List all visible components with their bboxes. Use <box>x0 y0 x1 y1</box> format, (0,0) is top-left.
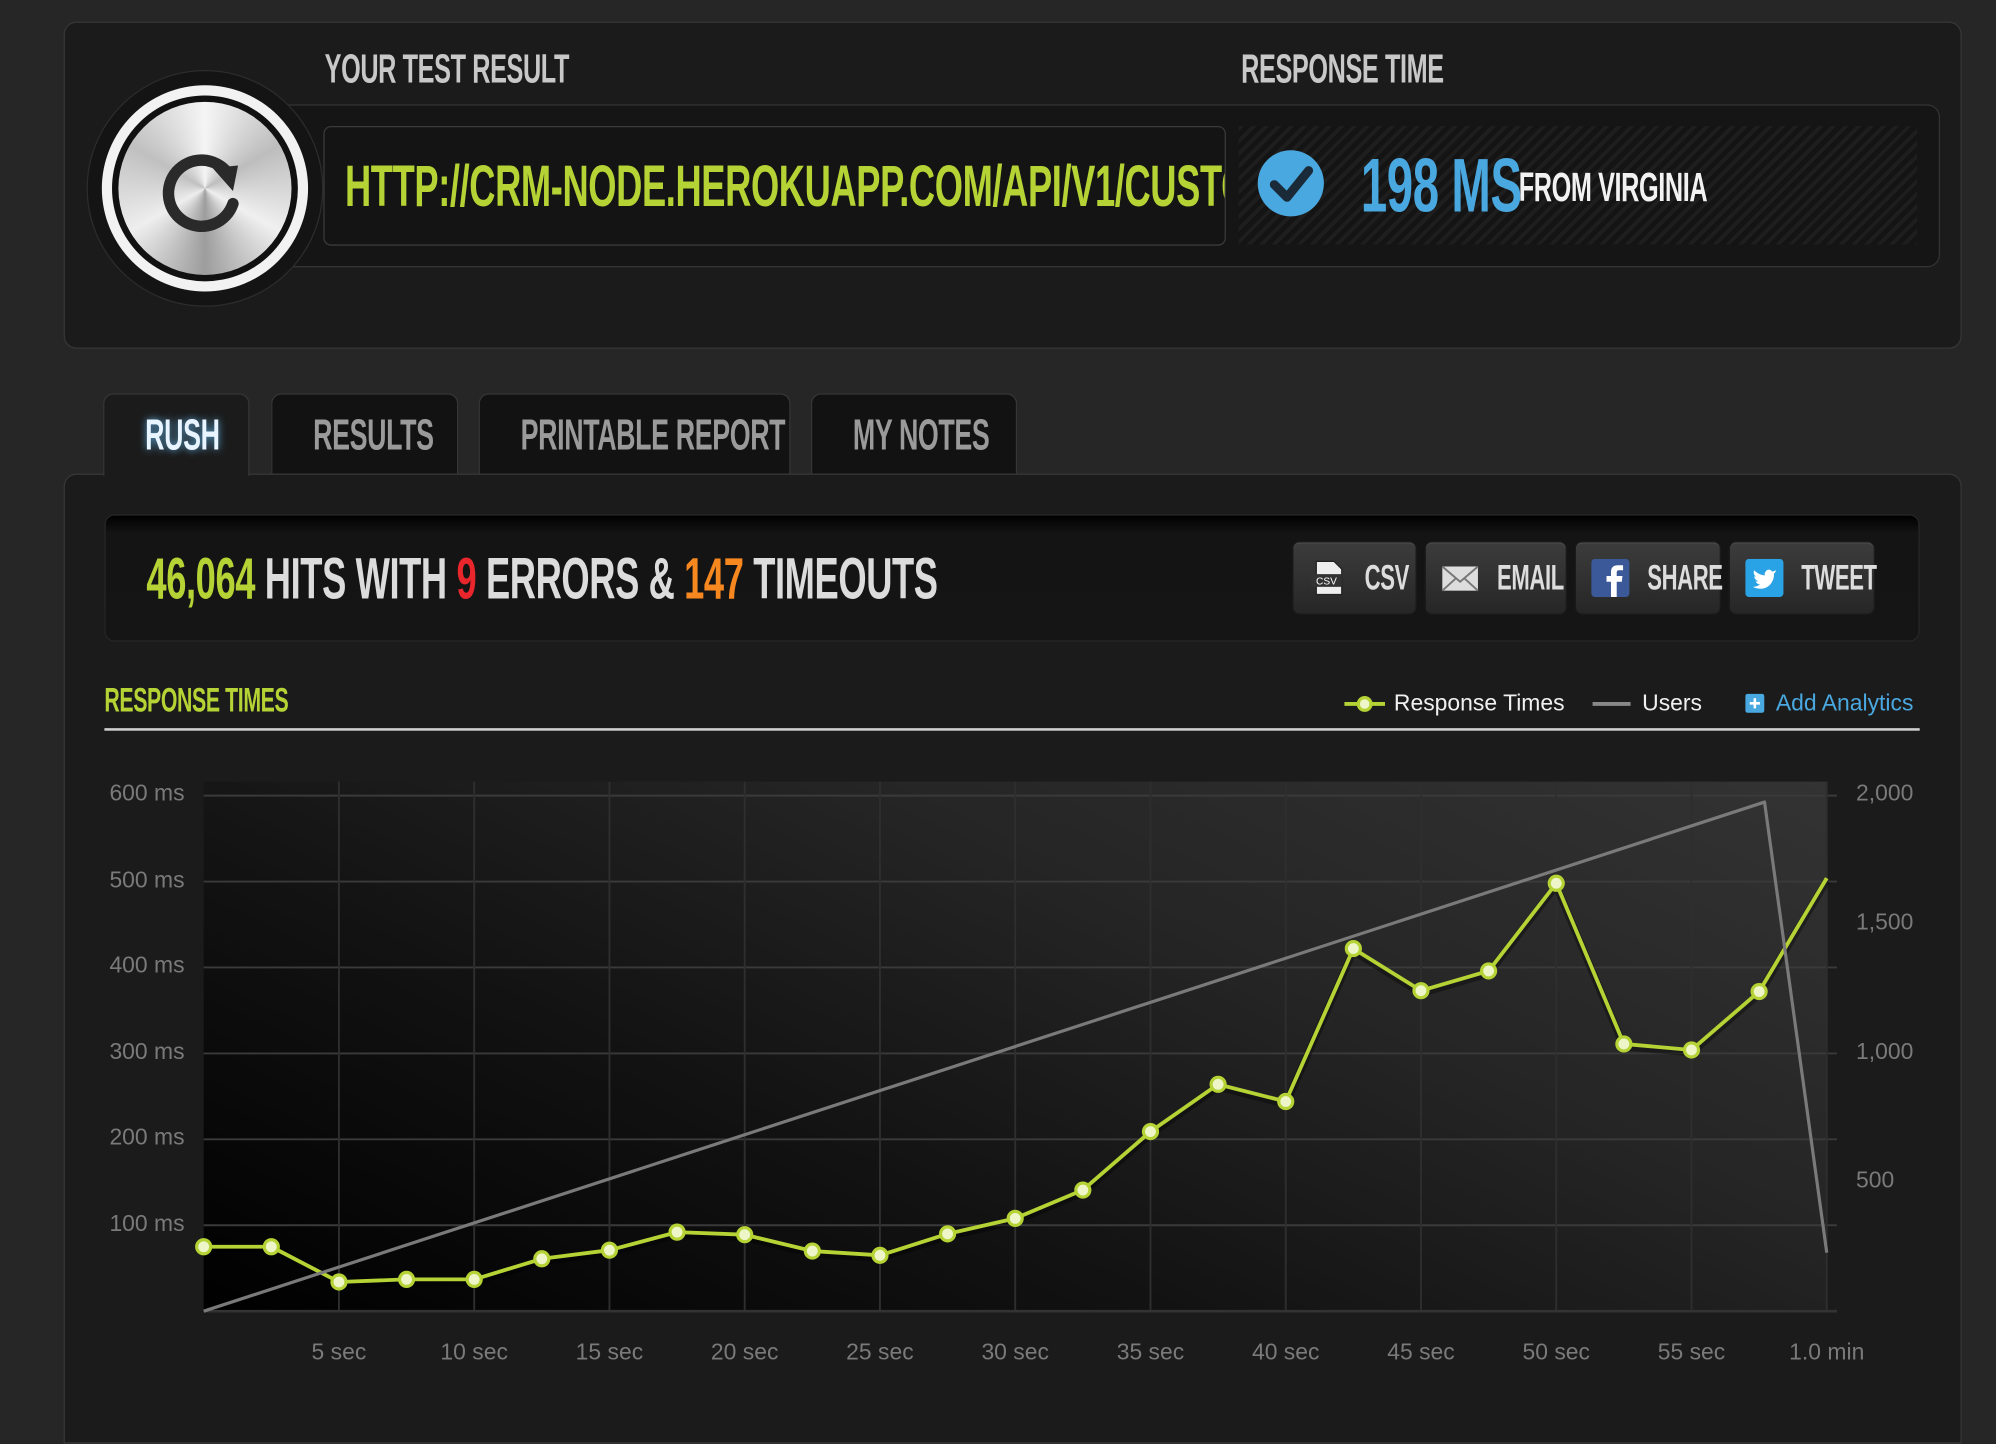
x-tick-label: 10 sec <box>440 1339 508 1365</box>
x-tick-label: 25 sec <box>846 1339 914 1365</box>
tab-rush[interactable]: RUSH <box>103 393 250 477</box>
data-point <box>1006 1209 1024 1227</box>
x-tick-label: 50 sec <box>1522 1339 1590 1365</box>
y-left-tick-label: 300 ms <box>109 1038 185 1064</box>
y-left-tick-label: 200 ms <box>109 1124 185 1150</box>
tab-label: RUSH <box>145 411 220 460</box>
data-point <box>330 1273 348 1291</box>
data-point <box>1141 1123 1160 1141</box>
y-right-tick-label: 1,500 <box>1856 909 1914 935</box>
data-point <box>803 1242 821 1260</box>
x-tick-label: 55 sec <box>1657 1339 1726 1365</box>
x-tick-label: 1.0 min <box>1789 1339 1865 1365</box>
y-left-tick-label: 500 ms <box>109 866 185 892</box>
data-point <box>1750 982 1768 1001</box>
x-tick-label: 5 sec <box>311 1339 367 1365</box>
response-times-chart <box>195 781 1837 1313</box>
data-point <box>1615 1035 1633 1053</box>
x-tick-label: 40 sec <box>1251 1339 1320 1365</box>
data-point <box>668 1223 686 1241</box>
data-point <box>1547 874 1565 892</box>
y-right-tick-label: 500 <box>1856 1167 1895 1193</box>
data-point <box>871 1246 889 1264</box>
x-tick-label: 35 sec <box>1116 1339 1185 1365</box>
data-point <box>262 1238 280 1256</box>
data-point <box>465 1270 483 1288</box>
y-left-tick-label: 100 ms <box>109 1209 185 1236</box>
x-tick-label: 30 sec <box>981 1339 1049 1365</box>
data-point <box>1074 1181 1092 1199</box>
data-point <box>1412 982 1430 1000</box>
data-point <box>195 1238 213 1256</box>
data-point <box>1480 962 1498 980</box>
data-point <box>736 1226 754 1244</box>
y-left-tick-label: 400 ms <box>109 952 185 978</box>
data-point <box>1344 939 1362 958</box>
data-point <box>533 1250 551 1268</box>
data-point <box>1209 1075 1227 1093</box>
x-tick-label: 20 sec <box>710 1339 779 1365</box>
data-point <box>1277 1092 1295 1111</box>
y-left-tick-label: 600 ms <box>109 780 185 806</box>
y-right-tick-label: 1,000 <box>1856 1038 1914 1064</box>
data-point <box>938 1225 957 1243</box>
data-point <box>1682 1041 1701 1059</box>
x-tick-label: 15 sec <box>575 1339 644 1365</box>
data-point <box>600 1241 619 1259</box>
y-right-tick-label: 2,000 <box>1856 780 1914 806</box>
x-tick-label: 45 sec <box>1387 1339 1455 1365</box>
data-point <box>397 1270 416 1288</box>
